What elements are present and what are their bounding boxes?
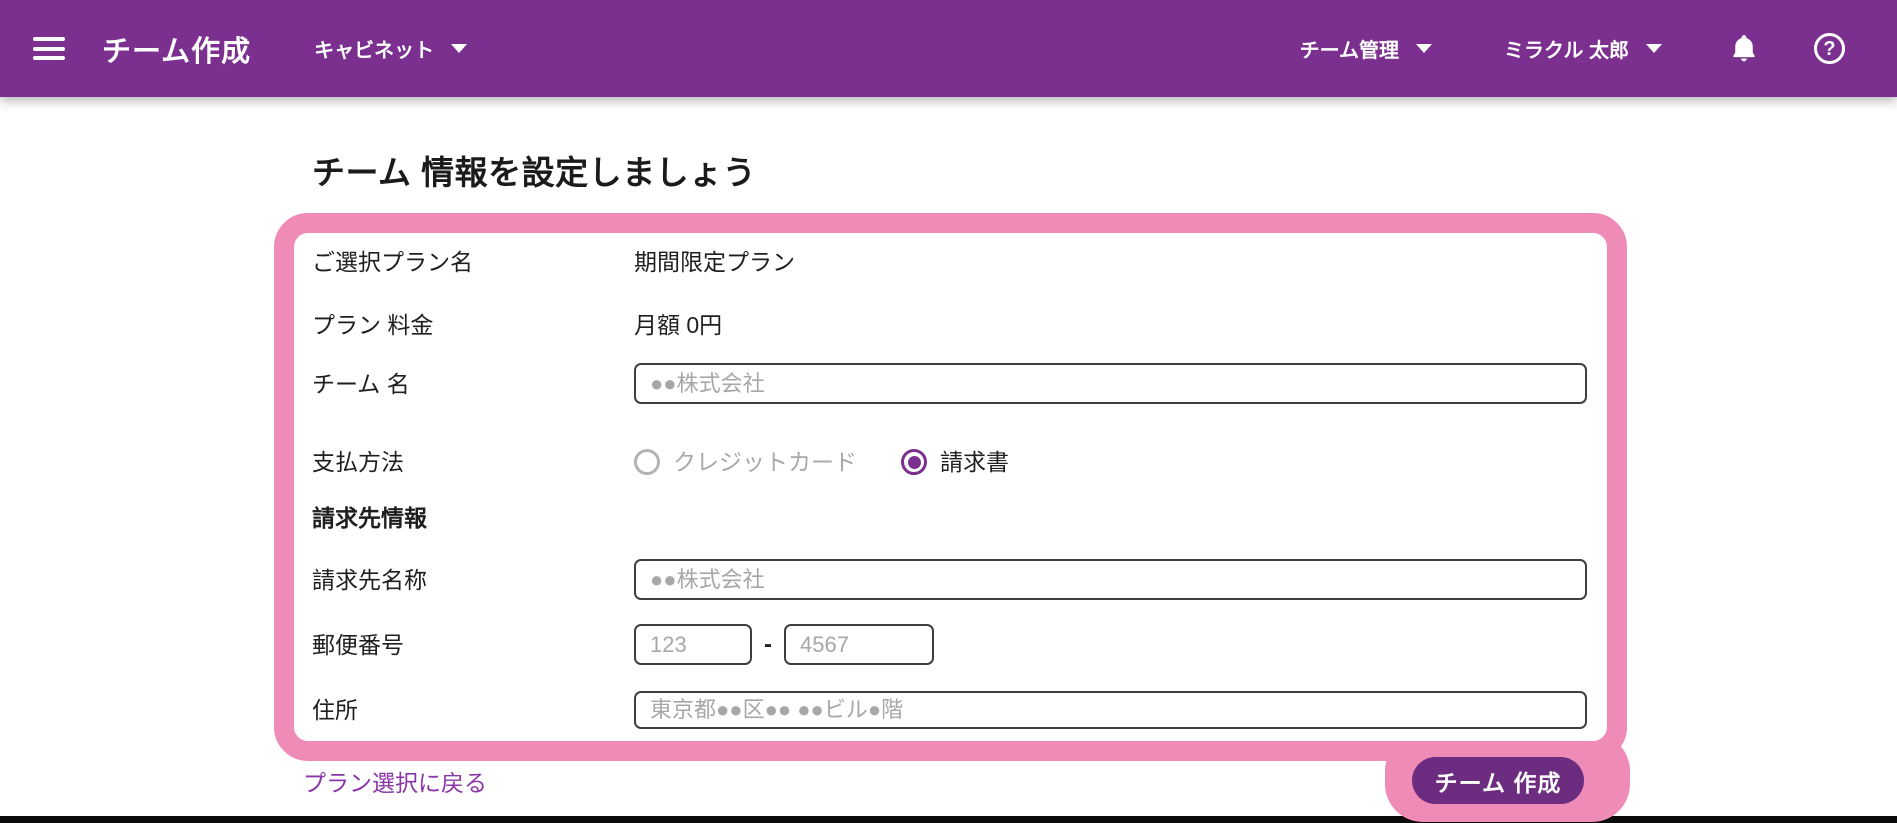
payment-method-row: 支払方法 クレジットカード 請求書 — [312, 447, 1608, 477]
address-label: 住所 — [312, 697, 358, 723]
plan-fee-value: 月額 0円 — [634, 312, 723, 338]
page-title: チーム 情報を設定しましょう — [312, 154, 757, 191]
nav-cabinet-dropdown[interactable]: キャビネット — [314, 34, 468, 63]
back-to-plan-selection-link[interactable]: プラン選択に戻る — [303, 764, 487, 798]
postal-code-second-input[interactable] — [784, 624, 934, 665]
billing-section-title: 請求先情報 — [312, 505, 427, 531]
app-title: チーム作成 — [102, 35, 252, 68]
credit-card-radio-label: クレジットカード — [673, 449, 857, 475]
plan-name-row: ご選択プラン名 期間限定プラン — [312, 247, 1608, 277]
help-icon[interactable]: ? — [1814, 33, 1845, 64]
create-team-button[interactable]: チーム 作成 — [1412, 757, 1584, 804]
billing-name-row: 請求先名称 — [312, 559, 1608, 600]
user-menu-dropdown[interactable]: ミラクル 太郎 — [1504, 34, 1662, 63]
invoice-radio[interactable]: 請求書 — [901, 447, 1009, 477]
team-name-input[interactable] — [634, 363, 1587, 404]
nav-cabinet-label: キャビネット — [314, 40, 435, 62]
postal-code-row: 郵便番号 - — [312, 624, 1608, 665]
credit-card-radio[interactable]: クレジットカード — [634, 447, 857, 477]
plan-fee-row: プラン 料金 月額 0円 — [312, 310, 1608, 340]
team-create-page: チーム作成 キャビネット チーム管理 ミラクル 太郎 ? チーム 情報を設定しま… — [0, 0, 1897, 823]
hamburger-menu-icon[interactable] — [33, 32, 65, 66]
bottom-divider — [0, 816, 1897, 823]
radio-selected-icon — [901, 449, 927, 475]
team-name-label: チーム 名 — [312, 370, 410, 397]
billing-name-input[interactable] — [634, 559, 1587, 600]
billing-name-label: 請求先名称 — [312, 566, 427, 593]
plan-fee-label: プラン 料金 — [312, 312, 434, 338]
postal-code-label: 郵便番号 — [312, 631, 404, 658]
chevron-down-icon — [451, 44, 468, 53]
user-name: ミラクル 太郎 — [1504, 40, 1629, 62]
payment-method-radio-group: クレジットカード 請求書 — [634, 447, 1009, 477]
payment-method-label: 支払方法 — [312, 449, 404, 475]
billing-section-row: 請求先情報 — [312, 503, 1608, 533]
radio-unselected-icon — [634, 449, 660, 475]
nav-team-management-label: チーム管理 — [1299, 40, 1400, 62]
team-name-row: チーム 名 — [312, 363, 1608, 404]
chevron-down-icon — [1416, 44, 1433, 53]
chevron-down-icon — [1646, 44, 1662, 53]
team-info-form: ご選択プラン名 期間限定プラン プラン 料金 月額 0円 チーム 名 支払方法 … — [312, 247, 1608, 729]
plan-name-value: 期間限定プラン — [634, 249, 795, 275]
team-info-form-highlight: ご選択プラン名 期間限定プラン プラン 料金 月額 0円 チーム 名 支払方法 … — [274, 213, 1627, 761]
bell-icon[interactable] — [1730, 32, 1758, 65]
nav-team-management-dropdown[interactable]: チーム管理 — [1299, 34, 1433, 63]
postal-code-separator: - — [764, 630, 772, 658]
postal-code-first-input[interactable] — [634, 624, 752, 665]
app-header: チーム作成 キャビネット チーム管理 ミラクル 太郎 ? — [0, 0, 1897, 97]
plan-name-label: ご選択プラン名 — [312, 249, 473, 275]
address-row: 住所 — [312, 691, 1608, 729]
address-input[interactable] — [634, 691, 1587, 729]
postal-code-fields: - — [634, 624, 934, 665]
header-right-group: チーム管理 ミラクル 太郎 ? — [1300, 32, 1897, 65]
invoice-radio-label: 請求書 — [940, 449, 1009, 475]
